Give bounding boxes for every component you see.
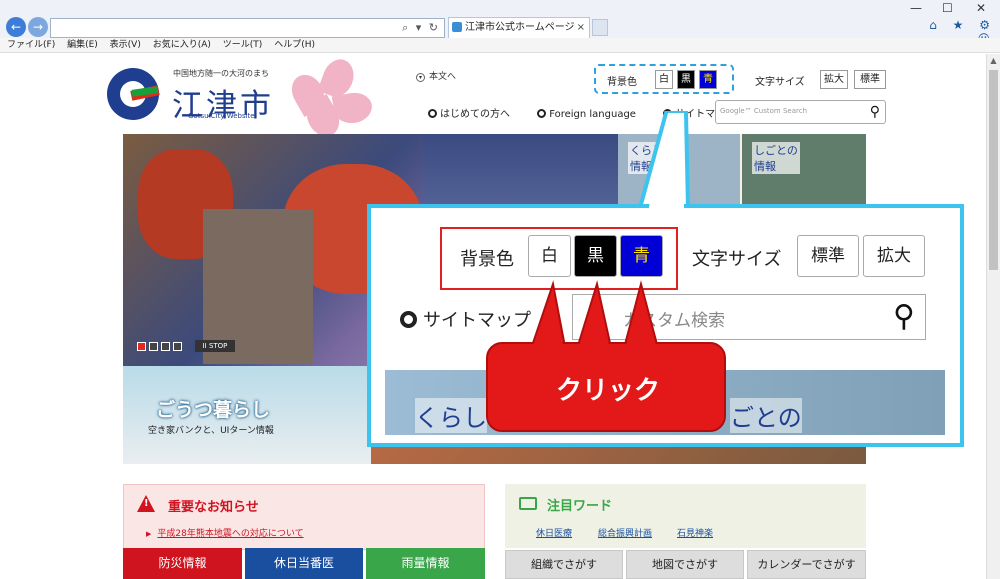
logo-english: Gotsu City Website: [188, 112, 255, 120]
gotsu-living-title: ごうつ暮らし: [156, 399, 271, 421]
browser-tab[interactable]: 江津市公式ホームページ ×: [448, 17, 590, 38]
blossom-decoration: [283, 54, 393, 142]
zoom-search-input[interactable]: カスタム検索 ⚲: [572, 294, 926, 340]
search-by-organization-button[interactable]: 組織でさがす: [505, 550, 623, 579]
menu-bar: ファイル(F) 編集(E) 表示(V) お気に入り(A) ツール(T) ヘルプ(…: [0, 38, 1000, 53]
address-icons[interactable]: ⌕ ▾ ↻: [402, 21, 440, 35]
nav-first-time[interactable]: はじめての方へ: [428, 109, 522, 120]
zoom-bg-black-button[interactable]: 黒: [574, 235, 617, 277]
scroll-thumb[interactable]: [989, 70, 998, 270]
new-tab-button[interactable]: [592, 19, 608, 36]
header-nav: はじめての方へ Foreign language サイトマップ: [428, 105, 759, 120]
text-size-normal-button[interactable]: 標準: [854, 70, 886, 89]
close-window-button[interactable]: ✕: [976, 0, 986, 16]
menu-view[interactable]: 表示(V): [110, 40, 141, 50]
tab-title: 江津市公式ホームページ: [465, 22, 575, 33]
circle-bullet-icon: [537, 109, 547, 118]
scroll-up-icon[interactable]: ▲: [987, 54, 1000, 68]
search-icon[interactable]: ⚲: [870, 104, 880, 120]
slide-dot[interactable]: [161, 342, 170, 351]
search-icon[interactable]: ⚲: [893, 299, 915, 334]
site-favicon-icon: [452, 22, 462, 32]
maximize-button[interactable]: ☐: [942, 0, 953, 16]
zoom-bg-blue-button[interactable]: 青: [620, 235, 663, 277]
text-size-label: 文字サイズ: [755, 77, 805, 88]
circle-bullet-icon: [400, 311, 417, 328]
slide-dot[interactable]: [137, 342, 146, 351]
featured-keywords: 注目ワード 休日医療 総合振興計画 石見神楽: [505, 484, 866, 548]
slide-dot[interactable]: [173, 342, 182, 351]
bg-white-button[interactable]: 白: [655, 70, 673, 89]
click-callout-text: クリック: [555, 376, 660, 406]
important-notice: 重要なお知らせ ▶平成28年熊本地震への対応について: [123, 484, 485, 550]
holiday-doctor-button[interactable]: 休日当番医: [245, 548, 363, 579]
forward-button[interactable]: →: [28, 17, 48, 37]
slide-stop-button[interactable]: II STOP: [195, 340, 235, 352]
zoom-sitemap-link[interactable]: サイトマップ: [400, 306, 531, 332]
search-by-map-button[interactable]: 地図でさがす: [626, 550, 744, 579]
zoom-text-size-label: 文字サイズ: [692, 249, 782, 270]
menu-file[interactable]: ファイル(F): [7, 40, 55, 50]
keyword-icon: [519, 497, 537, 510]
vertical-scrollbar[interactable]: ▲: [986, 54, 1000, 579]
site-search-input[interactable]: Google™ Custom Search ⚲: [715, 100, 886, 124]
tab-close-icon[interactable]: ×: [577, 18, 585, 37]
slide-indicators[interactable]: [137, 341, 185, 354]
zoom-bg-white-button[interactable]: 白: [528, 235, 571, 277]
back-button[interactable]: ←: [6, 17, 26, 37]
toolbar-icons[interactable]: ⌂ ★ ⚙ ☺: [926, 18, 996, 46]
notice-link[interactable]: ▶ 平成28年熊本地震への対応について: [146, 526, 304, 539]
rainfall-info-button[interactable]: 雨量情報: [366, 548, 485, 579]
zoom-banner-left-text: くらし: [415, 398, 487, 433]
site-header: 中国地方随一の大河のまち 江津市 Gotsu City Website ▾ 本文へ…: [0, 54, 986, 142]
gotsu-living-banner[interactable]: ごうつ暮らし 空き家バンクと、UIターン情報: [123, 366, 371, 464]
slide-dot[interactable]: [149, 342, 158, 351]
search-by-buttons: 組織でさがす 地図でさがす カレンダーでさがす: [505, 550, 866, 579]
zoom-search-placeholder: カスタム検索: [623, 311, 725, 331]
menu-help[interactable]: ヘルプ(H): [274, 40, 315, 50]
zoom-text-large-button[interactable]: 拡大: [863, 235, 925, 277]
zoom-banner-right-text: ごとの: [730, 398, 802, 433]
menu-tools[interactable]: ツール(T): [223, 40, 263, 50]
skip-to-content-link[interactable]: ▾ 本文へ: [416, 69, 456, 82]
quick-buttons: 防災情報 休日当番医 雨量情報: [123, 548, 485, 579]
bg-blue-button[interactable]: 青: [699, 70, 717, 89]
keyword-link[interactable]: 総合振興計画: [598, 526, 652, 539]
keyword-link[interactable]: 休日医療: [536, 526, 572, 539]
bg-color-label: 背景色: [607, 77, 637, 88]
menu-edit[interactable]: 編集(E): [67, 40, 98, 50]
click-callout: クリック: [486, 342, 726, 432]
notice-title: 重要なお知らせ: [168, 500, 259, 515]
disaster-info-button[interactable]: 防災情報: [123, 548, 242, 579]
bg-black-button[interactable]: 黒: [677, 70, 695, 89]
zoom-bg-label: 背景色: [460, 249, 514, 270]
menu-favorites[interactable]: お気に入り(A): [153, 40, 211, 50]
circle-bullet-icon: [428, 109, 437, 118]
minimize-button[interactable]: —: [910, 0, 922, 16]
chevron-down-icon: ▾: [416, 73, 425, 82]
zoom-text-normal-button[interactable]: 標準: [797, 235, 859, 277]
search-placeholder: Google™ Custom Search: [720, 107, 808, 115]
keyword-link[interactable]: 石見神楽: [677, 526, 713, 539]
text-size-large-button[interactable]: 拡大: [820, 70, 848, 89]
logo-tagline: 中国地方随一の大河のまち: [173, 69, 269, 78]
circle-bullet-icon: [663, 109, 673, 118]
arrow-right-icon: ▶: [146, 530, 152, 538]
nav-foreign-language[interactable]: Foreign language: [537, 109, 648, 120]
gotsu-living-subtitle: 空き家バンクと、UIターン情報: [148, 426, 274, 436]
warning-icon: [137, 495, 155, 512]
search-by-calendar-button[interactable]: カレンダーでさがす: [747, 550, 866, 579]
keywords-title: 注目ワード: [547, 499, 613, 514]
window-controls: — ☐ ✕: [890, 0, 1000, 16]
address-bar[interactable]: ⌕ ▾ ↻: [50, 18, 445, 38]
